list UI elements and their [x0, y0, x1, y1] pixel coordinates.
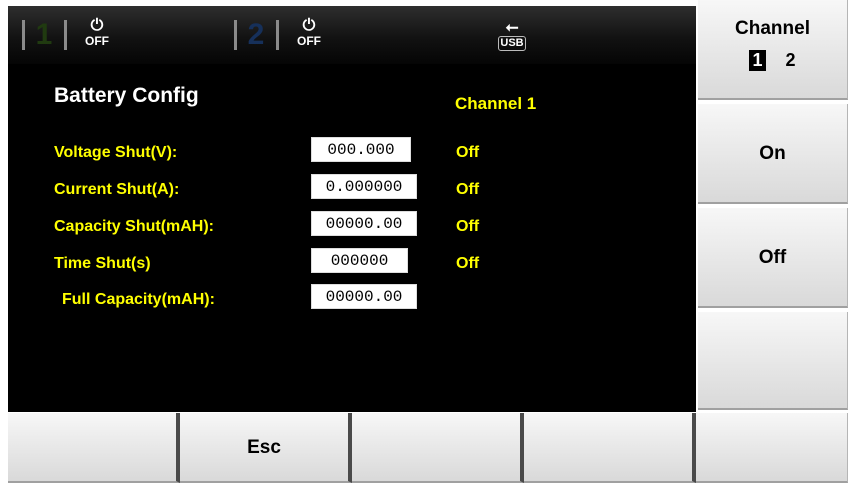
battery-config-panel: Battery Config Channel 1 Voltage Shut(V)… [8, 64, 696, 412]
bottom-softkey-3[interactable] [352, 413, 524, 483]
blank-softkey-right[interactable] [698, 312, 848, 410]
channel-option-1-selected: 1 [749, 50, 766, 71]
divider [276, 20, 279, 50]
page-title: Battery Config [54, 84, 199, 107]
off-softkey[interactable]: Off [698, 208, 848, 308]
time-shut-label: Time Shut(s) [54, 255, 151, 272]
channel-options: 12 [698, 50, 847, 71]
usb-symbol-icon: ⭠ [505, 17, 519, 36]
power-icon: ⏻ [302, 15, 316, 34]
bottom-softkey-4[interactable] [524, 413, 696, 483]
usb-icon: ⭠ USB [494, 18, 530, 56]
current-shut-state: Off [456, 181, 480, 198]
channel-softkey-title: Channel [735, 18, 810, 39]
capacity-shut-field[interactable]: 00000.00 [311, 211, 417, 236]
full-capacity-label: Full Capacity(mAH): [62, 291, 215, 308]
channel-2-number: 2 [247, 18, 265, 51]
channel-2-indicator: 2 [234, 18, 279, 52]
time-shut-field[interactable]: 000000 [311, 248, 408, 273]
channel-select-softkey[interactable]: Channel 12 [698, 0, 848, 100]
display-screen: 1 ⏻ OFF 2 ⏻ OFF ⭠ USB Battery Config Cha… [8, 6, 696, 412]
voltage-shut-label: Voltage Shut(V): [54, 144, 178, 161]
channel-label: Channel 1 [455, 94, 537, 113]
capacity-shut-label: Capacity Shut(mAH): [54, 218, 215, 235]
on-softkey[interactable]: On [698, 104, 848, 204]
bottom-softkey-5[interactable] [696, 413, 848, 483]
bottom-softkey-1[interactable] [8, 413, 180, 483]
power-icon: ⏻ [90, 15, 104, 34]
channel-1-indicator: 1 [22, 18, 67, 52]
time-shut-state: Off [456, 255, 480, 272]
divider [64, 20, 67, 50]
channel-2-power-state: OFF [297, 34, 321, 48]
full-capacity-field[interactable]: 00000.00 [311, 284, 417, 309]
channel-2-power-icon: ⏻ OFF [292, 16, 326, 54]
divider [234, 20, 237, 50]
esc-softkey[interactable]: Esc [180, 413, 352, 483]
current-shut-field[interactable]: 0.000000 [311, 174, 417, 199]
capacity-shut-state: Off [456, 218, 480, 235]
status-bar: 1 ⏻ OFF 2 ⏻ OFF ⭠ USB [8, 6, 696, 64]
divider [22, 20, 25, 50]
voltage-shut-state: Off [456, 144, 480, 161]
channel-1-power-state: OFF [85, 34, 109, 48]
channel-1-number: 1 [35, 18, 53, 51]
voltage-shut-field[interactable]: 000.000 [311, 137, 411, 162]
usb-label: USB [498, 36, 526, 51]
current-shut-label: Current Shut(A): [54, 181, 180, 198]
channel-option-2: 2 [785, 50, 796, 70]
channel-1-power-icon: ⏻ OFF [80, 16, 114, 54]
